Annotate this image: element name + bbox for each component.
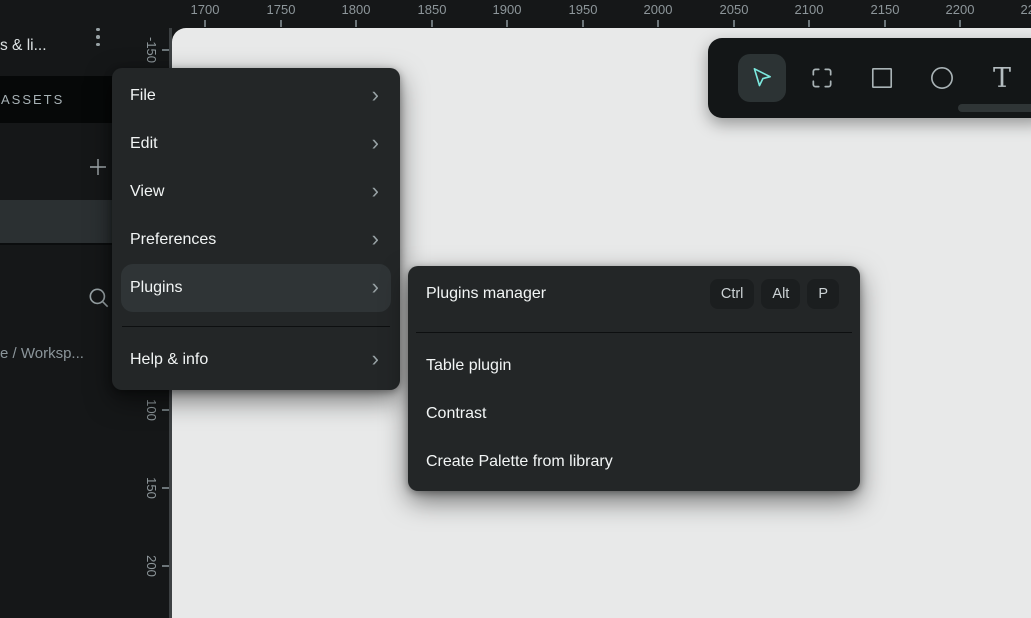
search-button[interactable]: [86, 285, 112, 311]
chevron-right-icon: ›: [372, 180, 379, 202]
chevron-right-icon: ›: [372, 276, 379, 298]
menu-item-label: File: [130, 87, 156, 105]
menu-item-plugins[interactable]: Plugins ›: [121, 264, 391, 312]
ruler-label: 2200: [946, 2, 975, 17]
menu-item-label: Edit: [130, 135, 158, 153]
ruler-label: 1700: [191, 2, 220, 17]
menu-item-label: Help & info: [130, 351, 208, 369]
submenu-item-label: Plugins manager: [426, 285, 546, 303]
rectangle-icon: [869, 65, 895, 91]
tool-ellipse[interactable]: [918, 54, 966, 102]
tool-rectangle[interactable]: [858, 54, 906, 102]
ruler-label: 2050: [720, 2, 749, 17]
menu-item-edit[interactable]: Edit ›: [121, 120, 391, 168]
board-icon: [809, 65, 835, 91]
menu-divider: [122, 326, 390, 327]
menu-item-preferences[interactable]: Preferences ›: [121, 216, 391, 264]
main-menu: File › Edit › View › Preferences › Plugi…: [112, 68, 400, 390]
submenu-item-plugins-manager[interactable]: Plugins manager Ctrl Alt P: [417, 270, 851, 318]
tool-board[interactable]: [798, 54, 846, 102]
submenu-item-label: Create Palette from library: [426, 453, 613, 471]
ruler-label: 1800: [342, 2, 371, 17]
toolbar-scroll-handle[interactable]: [958, 104, 1031, 112]
cursor-icon: [749, 65, 775, 91]
chevron-right-icon: ›: [372, 84, 379, 106]
file-header: s & li...: [0, 0, 140, 75]
add-asset-button[interactable]: [86, 155, 110, 179]
search-icon: [86, 285, 112, 311]
submenu-item-label: Table plugin: [426, 357, 511, 375]
menu-divider: [416, 332, 852, 333]
text-tool-icon: T: [993, 65, 1011, 92]
file-name: s & li...: [0, 37, 47, 55]
plugins-submenu: Plugins manager Ctrl Alt P Table plugin …: [408, 266, 860, 491]
horizontal-ruler[interactable]: 1700 1750 1800 1850 1900 1950 2000 2050 …: [140, 0, 1031, 28]
submenu-item-table-plugin[interactable]: Table plugin: [417, 342, 851, 390]
menu-item-file[interactable]: File ›: [121, 72, 391, 120]
library-breadcrumb: e / Worksp...: [0, 345, 84, 362]
ruler-label: 2100: [795, 2, 824, 17]
submenu-item-label: Contrast: [426, 405, 486, 423]
submenu-item-create-palette[interactable]: Create Palette from library: [417, 438, 851, 486]
shortcut-key-p: P: [807, 279, 839, 309]
ruler-label: 2150: [871, 2, 900, 17]
ruler-label: -150: [144, 37, 159, 63]
penpot-workspace: 1700 1750 1800 1850 1900 1950 2000 2050 …: [0, 0, 1031, 618]
menu-item-help-info[interactable]: Help & info ›: [121, 336, 391, 384]
chevron-right-icon: ›: [372, 348, 379, 370]
plus-icon: [86, 155, 110, 179]
shortcut-keys: Ctrl Alt P: [710, 279, 839, 309]
menu-item-label: Preferences: [130, 231, 216, 249]
tool-select[interactable]: [738, 54, 786, 102]
ruler-label: 1850: [418, 2, 447, 17]
shortcut-key-ctrl: Ctrl: [710, 279, 755, 309]
ruler-label: 1900: [493, 2, 522, 17]
ruler-label: 200: [144, 555, 159, 577]
menu-item-label: View: [130, 183, 164, 201]
ruler-label: 2000: [644, 2, 673, 17]
menu-item-view[interactable]: View ›: [121, 168, 391, 216]
menu-item-label: Plugins: [130, 279, 182, 297]
ruler-label: 1950: [569, 2, 598, 17]
main-menu-kebab-icon[interactable]: [89, 22, 107, 52]
chevron-right-icon: ›: [372, 228, 379, 250]
chevron-right-icon: ›: [372, 132, 379, 154]
ruler-label: 1750: [267, 2, 296, 17]
submenu-item-contrast[interactable]: Contrast: [417, 390, 851, 438]
assets-tab-label: ASSETS: [1, 92, 64, 107]
ruler-label: 2250: [1021, 2, 1031, 17]
tool-text[interactable]: T: [978, 54, 1026, 102]
ruler-label: 150: [144, 477, 159, 499]
ellipse-icon: [928, 64, 956, 92]
toolbar: T: [708, 38, 1031, 118]
shortcut-key-alt: Alt: [761, 279, 800, 309]
ruler-label: 100: [144, 399, 159, 421]
